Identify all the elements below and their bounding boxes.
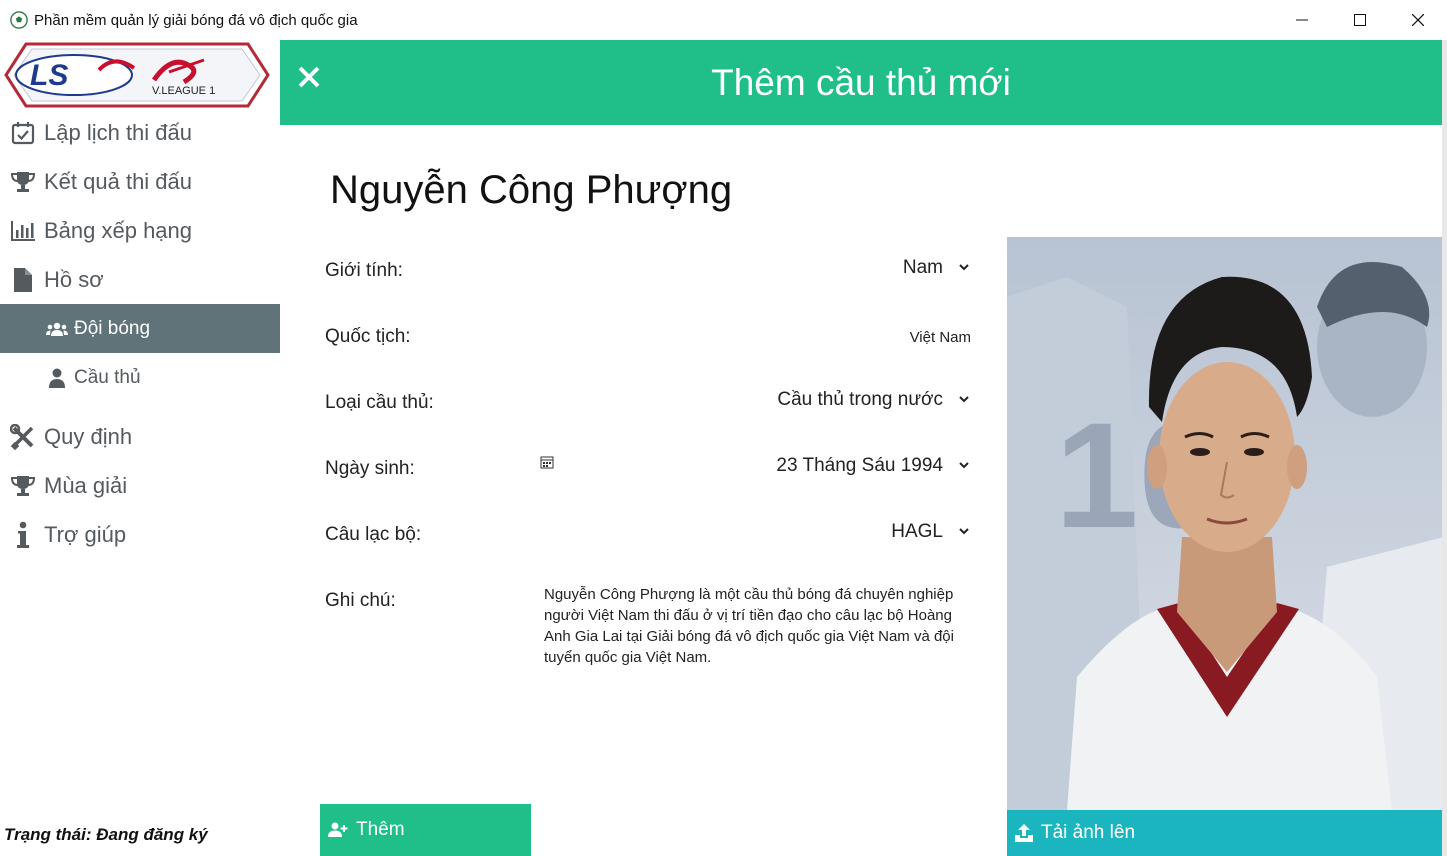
vleague-logo: LS V.LEAGUE 1 (4, 42, 270, 108)
trophy-icon (8, 474, 38, 498)
player-photo: 10 (1007, 237, 1444, 810)
sidebar-item-label: Quy định (44, 423, 133, 449)
sidebar-item-season[interactable]: Mùa giải (0, 461, 280, 510)
add-button-label: Thêm (356, 819, 405, 840)
close-icon (1412, 14, 1424, 26)
upload-icon (1015, 824, 1033, 842)
sidebar: LS V.LEAGUE 1 Lập lịch thi đấu Kết quả t… (0, 40, 280, 856)
sidebar-item-label: Hồ sơ (44, 266, 104, 292)
window-controls (1273, 0, 1447, 40)
sidebar-item-results[interactable]: Kết quả thi đấu (0, 157, 280, 206)
bar-chart-icon (8, 220, 38, 242)
player-type-label: Loại cầu thủ: (325, 392, 434, 413)
sidebar-item-rules[interactable]: Quy định (0, 412, 280, 461)
sidebar-item-label: Trợ giúp (44, 521, 127, 547)
player-type-select[interactable]: Cầu thủ trong nước (777, 389, 943, 411)
player-type-row: Loại cầu thủ: Cầu thủ trong nước (325, 389, 975, 422)
soccer-ball-icon (10, 11, 28, 29)
upload-photo-button[interactable]: Tải ảnh lên (1007, 810, 1444, 856)
dob-label: Ngày sinh: (325, 458, 415, 479)
notes-textarea[interactable]: Nguyễn Công Phượng là một cầu thủ bóng đ… (544, 584, 974, 668)
sidebar-item-help[interactable]: Trợ giúp (0, 510, 280, 559)
logo-graphic: LS V.LEAGUE 1 (4, 42, 270, 108)
maximize-button[interactable] (1331, 0, 1389, 40)
close-window-button[interactable] (1389, 0, 1447, 40)
minimize-icon (1296, 19, 1308, 21)
dob-picker[interactable]: 23 Tháng Sáu 1994 (776, 455, 943, 477)
sidebar-item-schedule[interactable]: Lập lịch thi đấu (0, 108, 280, 157)
calendar-check-icon (8, 121, 38, 145)
dob-row: Ngày sinh: 23 Tháng Sáu 1994 (325, 455, 975, 488)
chevron-down-icon[interactable] (957, 524, 971, 538)
sidebar-item-label: Đội bóng (74, 317, 151, 339)
sidebar-item-profile[interactable]: Hồ sơ (0, 255, 280, 304)
gender-row: Giới tính: Nam (325, 257, 975, 290)
player-photo-image: 10 (1007, 237, 1444, 810)
page-title: Thêm cầu thủ mới (711, 62, 1011, 103)
club-row: Câu lạc bộ: HAGL (325, 521, 975, 554)
window-title: Phần mềm quản lý giải bóng đá vô địch qu… (34, 11, 358, 29)
file-icon (8, 267, 38, 293)
player-name[interactable]: Nguyễn Công Phượng (330, 168, 732, 213)
window-right-edge (1442, 40, 1447, 856)
page-header: Thêm cầu thủ mới (280, 40, 1442, 125)
status-text: Trạng thái: Đang đăng ký (4, 825, 208, 844)
user-plus-icon (328, 822, 348, 838)
club-label: Câu lạc bộ: (325, 524, 422, 545)
user-icon (46, 368, 68, 388)
logo-brand-text: LS (30, 59, 68, 92)
sidebar-subitem-teams[interactable]: Đội bóng (0, 304, 280, 353)
sidebar-item-label: Bảng xếp hạng (44, 217, 193, 243)
nationality-label: Quốc tịch: (325, 326, 411, 347)
nationality-input[interactable]: Việt Nam (910, 329, 971, 346)
club-select[interactable]: HAGL (891, 521, 943, 543)
gender-select[interactable]: Nam (903, 257, 943, 279)
chevron-down-icon[interactable] (957, 458, 971, 472)
sidebar-subitem-players[interactable]: Cầu thủ (0, 353, 280, 402)
add-player-button[interactable]: Thêm (320, 804, 531, 856)
sidebar-item-ranking[interactable]: Bảng xếp hạng (0, 206, 280, 255)
window-titlebar: Phần mềm quản lý giải bóng đá vô địch qu… (0, 0, 1447, 40)
sidebar-item-label: Cầu thủ (74, 366, 141, 388)
users-icon (46, 321, 68, 337)
upload-button-label: Tải ảnh lên (1041, 822, 1136, 843)
tools-icon (8, 423, 38, 450)
trophy-icon (8, 170, 38, 194)
sidebar-item-label: Kết quả thi đấu (44, 168, 193, 194)
maximize-icon (1354, 14, 1366, 26)
logo-league-text: V.LEAGUE 1 (152, 85, 215, 97)
chevron-down-icon[interactable] (957, 392, 971, 406)
calendar-icon[interactable] (540, 455, 554, 469)
chevron-down-icon[interactable] (957, 260, 971, 274)
notes-label: Ghi chú: (325, 590, 396, 611)
nationality-row: Quốc tịch: Việt Nam (325, 326, 975, 356)
minimize-button[interactable] (1273, 0, 1331, 40)
info-icon (8, 521, 38, 549)
sidebar-item-label: Mùa giải (44, 472, 128, 498)
sidebar-nav: Lập lịch thi đấu Kết quả thi đấu Bảng xế… (0, 108, 280, 559)
sidebar-item-label: Lập lịch thi đấu (44, 119, 192, 145)
gender-label: Giới tính: (325, 260, 403, 281)
